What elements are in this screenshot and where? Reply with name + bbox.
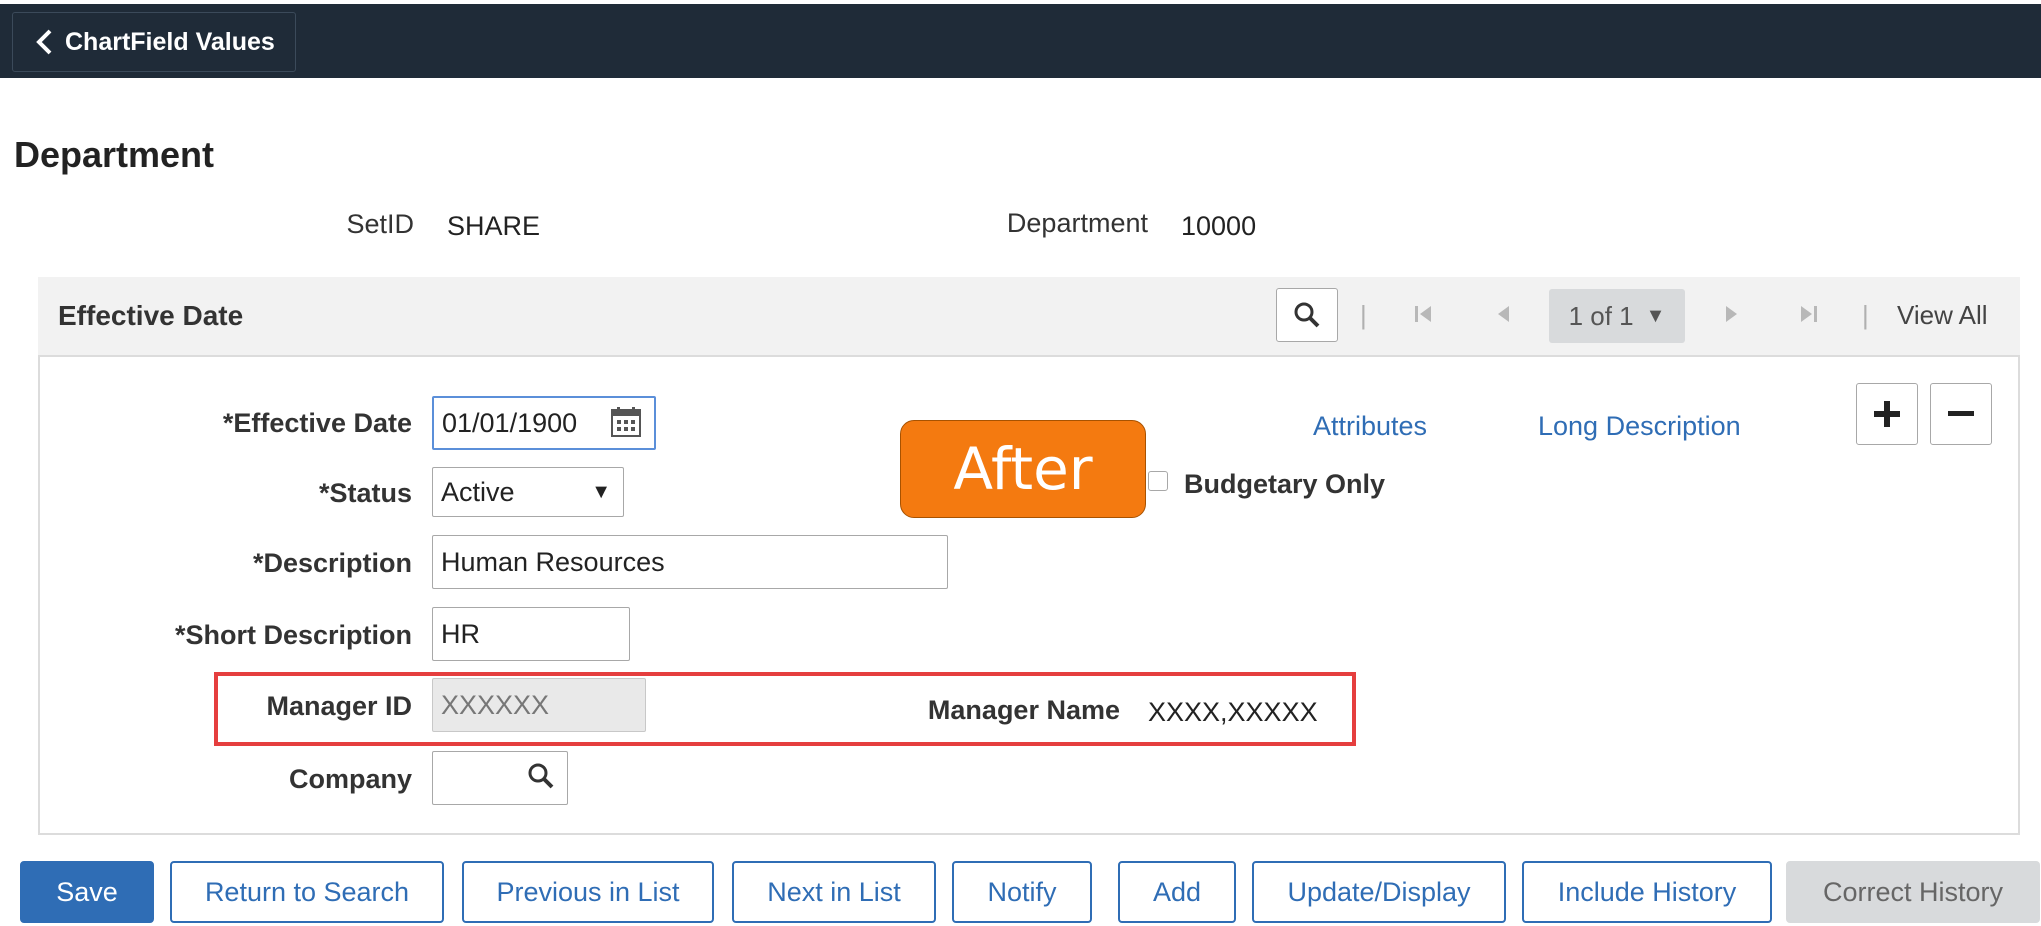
dropdown-arrow-icon: ▼ <box>591 480 611 503</box>
department-label: Department <box>1006 208 1148 238</box>
last-page-icon[interactable] <box>1797 303 1819 330</box>
correct-history-button[interactable]: Correct History <box>1786 861 2040 923</box>
add-row-button[interactable] <box>1856 383 1918 445</box>
budgetary-only-label: Budgetary Only <box>1184 469 1386 499</box>
next-page-icon[interactable] <box>1724 303 1740 330</box>
page-title: Department <box>14 134 215 175</box>
view-all-link[interactable]: View All <box>1897 300 1988 331</box>
effective-date-value: 01/01/1900 <box>442 407 578 438</box>
top-navigation-bar <box>0 0 2041 78</box>
manager-highlight-box <box>214 672 1356 746</box>
back-button[interactable]: ChartField Values <box>12 12 296 72</box>
effective-date-label: *Effective Date <box>222 408 412 438</box>
long-description-link[interactable]: Long Description <box>1538 411 1741 442</box>
previous-page-icon[interactable] <box>1495 303 1511 330</box>
short-description-value: HR <box>441 618 480 649</box>
search-icon <box>1294 302 1320 328</box>
include-history-button[interactable]: Include History <box>1522 861 1772 923</box>
save-button[interactable]: Save <box>20 861 154 923</box>
delete-row-button[interactable] <box>1930 383 1992 445</box>
pager-select[interactable]: 1 of 1 ▼ <box>1549 289 1685 343</box>
setid-value: SHARE <box>447 211 541 241</box>
separator: | <box>1862 300 1869 330</box>
after-annotation: After <box>900 420 1146 518</box>
pager-text: 1 of 1 <box>1568 300 1634 331</box>
separator: | <box>1360 300 1367 330</box>
pager-dropdown-icon: ▼ <box>1645 304 1666 327</box>
minus-icon <box>1948 411 1974 416</box>
attributes-link[interactable]: Attributes <box>1313 411 1427 442</box>
department-value: 10000 <box>1181 211 1257 241</box>
chevron-left-icon <box>36 29 52 55</box>
calendar-icon[interactable] <box>610 406 642 443</box>
status-select[interactable]: Active ▼ <box>432 467 624 517</box>
notify-button[interactable]: Notify <box>952 861 1092 923</box>
add-button[interactable]: Add <box>1118 861 1236 923</box>
effective-date-title: Effective Date <box>58 300 244 331</box>
top-edge <box>0 0 2041 4</box>
company-label: Company <box>288 764 412 794</box>
return-to-search-button[interactable]: Return to Search <box>170 861 444 923</box>
back-button-label: ChartField Values <box>65 27 275 56</box>
description-value: Human Resources <box>441 546 665 577</box>
description-input[interactable]: Human Resources <box>432 535 948 589</box>
company-lookup-icon[interactable] <box>527 762 555 795</box>
update-display-button[interactable]: Update/Display <box>1252 861 1506 923</box>
description-label: *Description <box>252 548 412 578</box>
search-button[interactable] <box>1276 288 1338 342</box>
next-in-list-button[interactable]: Next in List <box>732 861 936 923</box>
short-description-label: *Short Description <box>174 620 412 650</box>
plus-icon <box>1874 401 1900 427</box>
status-label: *Status <box>318 478 412 508</box>
short-description-input[interactable]: HR <box>432 607 630 661</box>
effective-date-header <box>38 277 2020 357</box>
previous-in-list-button[interactable]: Previous in List <box>462 861 714 923</box>
setid-label: SetID <box>346 209 414 239</box>
budgetary-only-checkbox[interactable] <box>1148 471 1168 491</box>
status-value: Active <box>441 476 515 507</box>
first-page-icon[interactable] <box>1413 303 1435 330</box>
